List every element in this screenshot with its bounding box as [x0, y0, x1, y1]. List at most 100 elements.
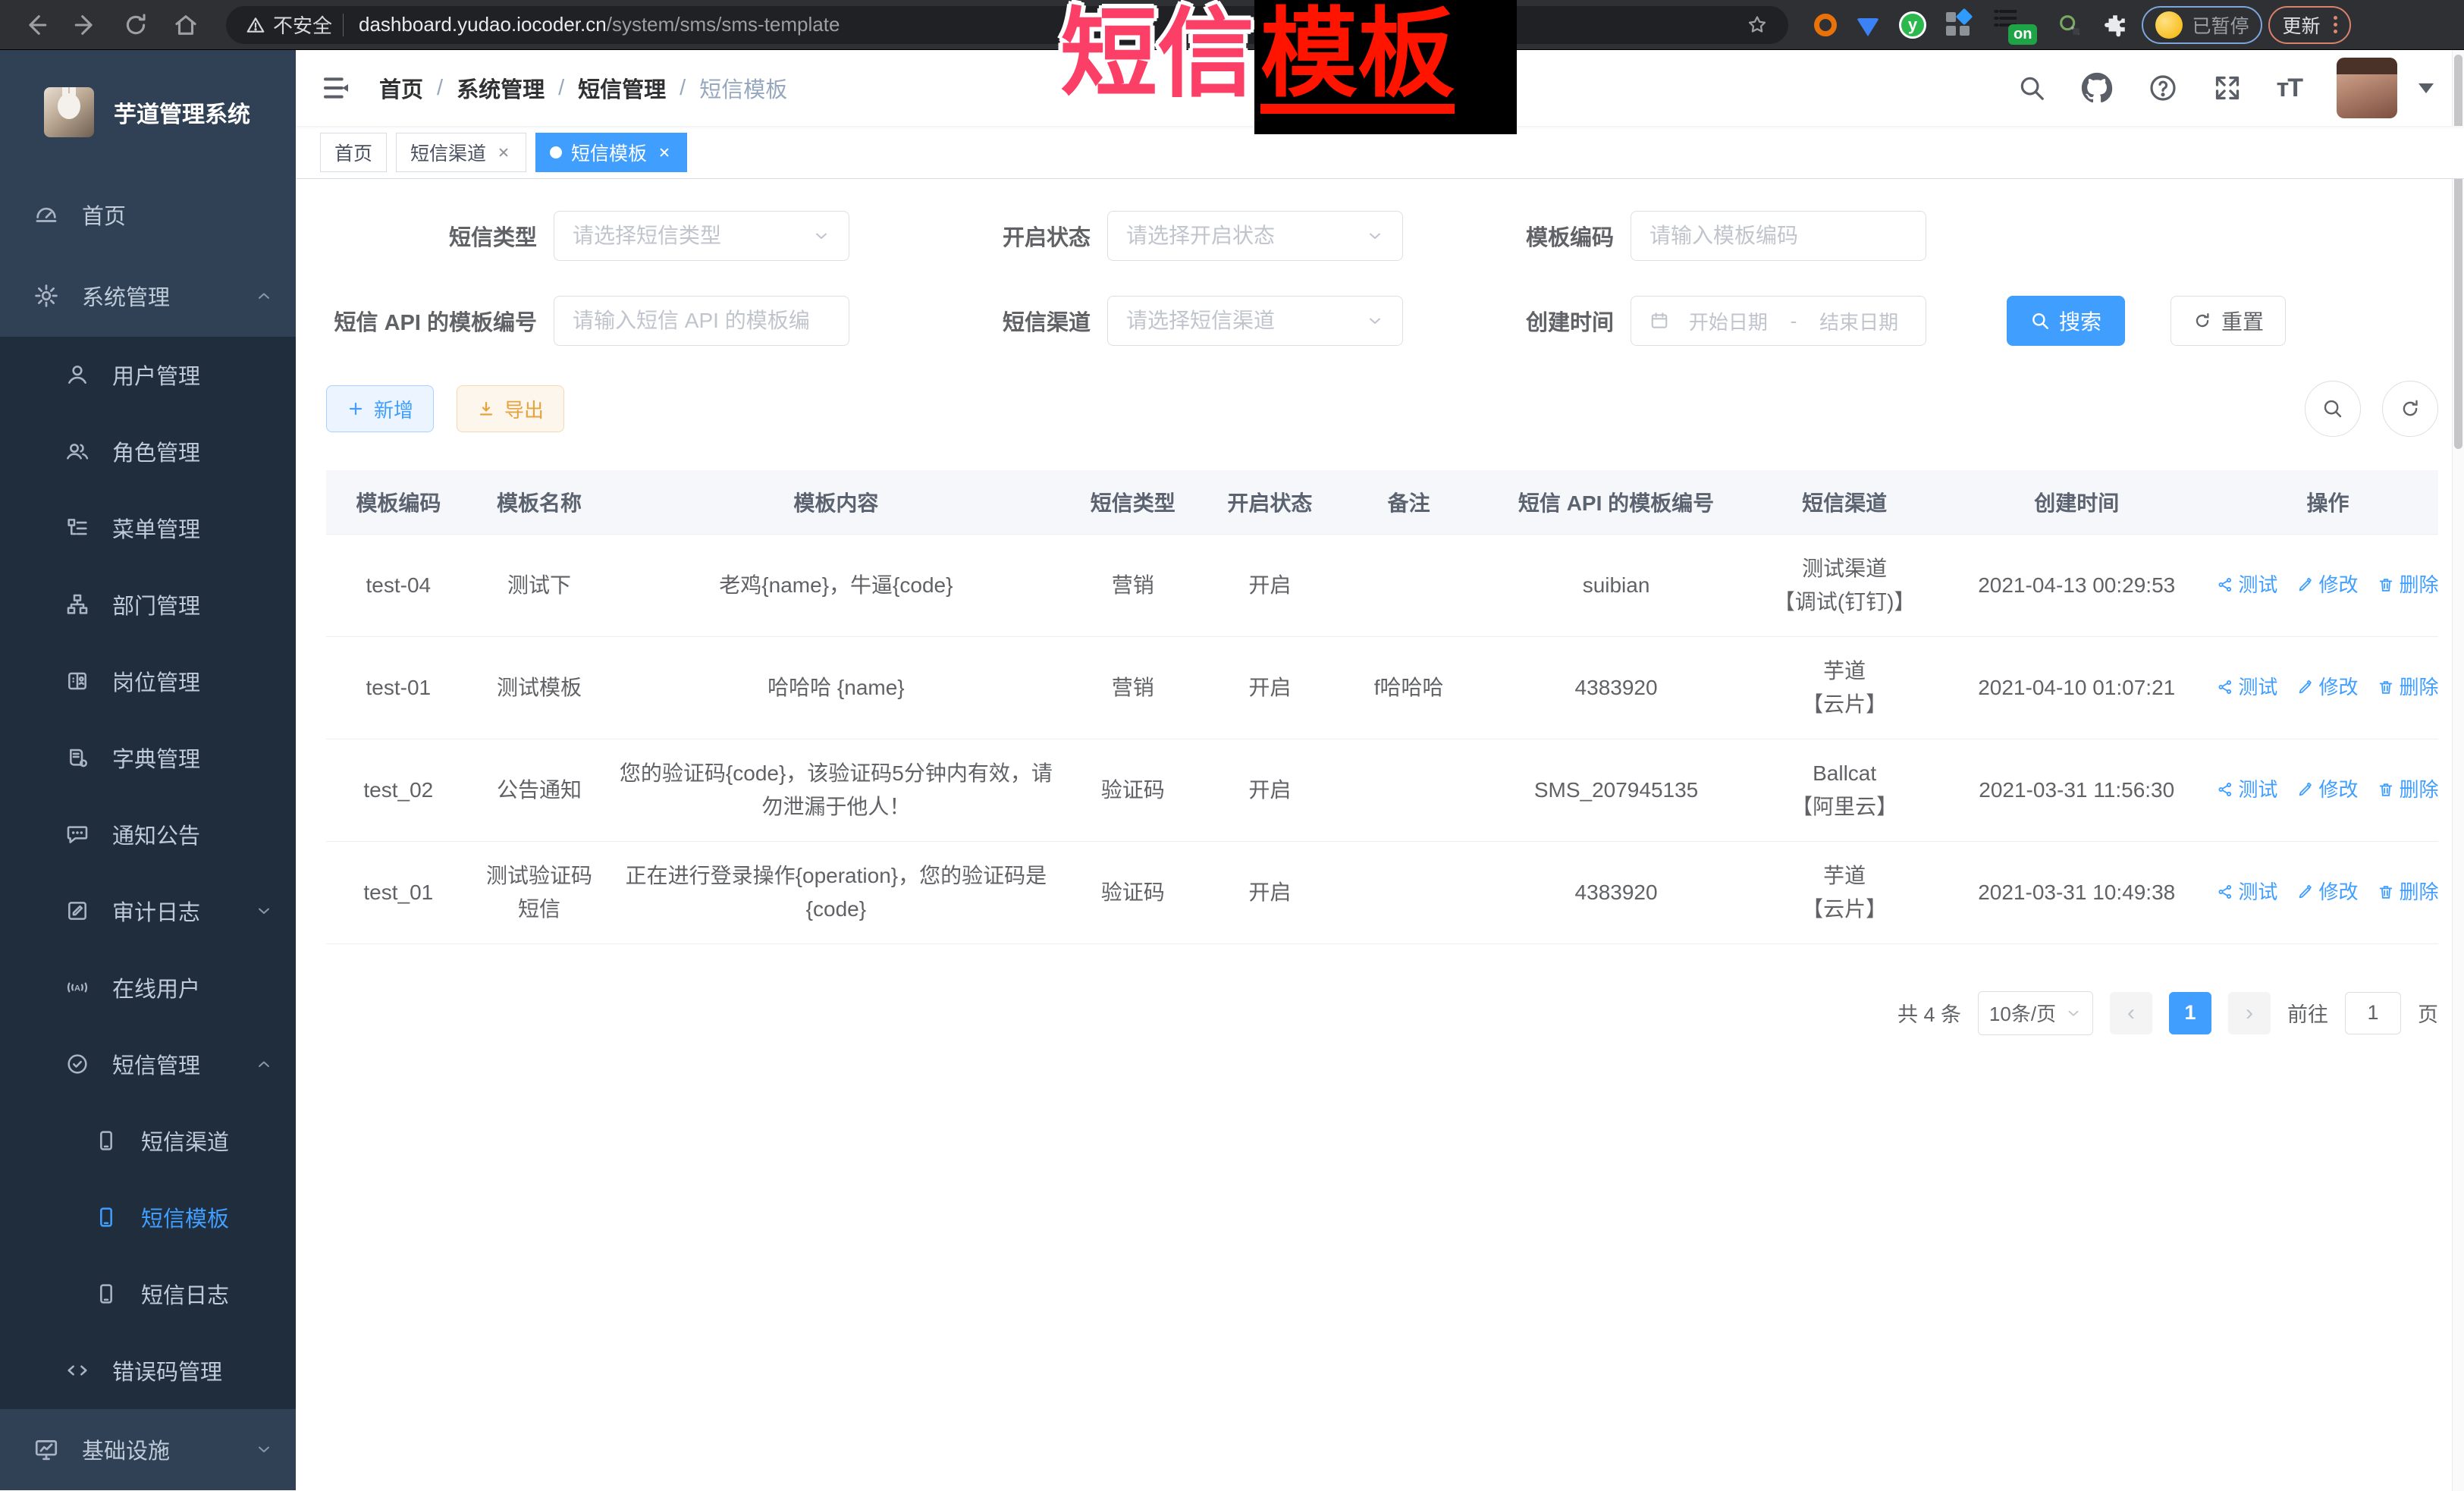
refresh-table-button[interactable] [2382, 381, 2438, 437]
sidebar-item-posts[interactable]: 岗位管理 [0, 643, 296, 720]
test-link[interactable]: 测试 [2217, 570, 2277, 600]
sidebar-item-sms-log[interactable]: 短信日志 [0, 1256, 296, 1332]
browser-forward-icon[interactable] [64, 12, 108, 38]
sidebar-item-home[interactable]: 首页 [0, 174, 296, 256]
phone-icon [94, 1282, 118, 1306]
sms-channel-select[interactable] [1107, 296, 1403, 346]
delete-link[interactable]: 删除 [2378, 774, 2438, 805]
sidebar-item-departments[interactable]: 部门管理 [0, 567, 296, 643]
sidebar-item-notices[interactable]: 通知公告 [0, 796, 296, 873]
reset-button[interactable]: 重置 [2171, 296, 2286, 346]
github-icon[interactable] [2081, 72, 2113, 104]
browser-menu-icon[interactable] [2334, 16, 2337, 33]
test-link[interactable]: 测试 [2217, 774, 2277, 805]
edit-link[interactable]: 修改 [2297, 570, 2358, 600]
page-scrollbar[interactable] [2452, 50, 2464, 1491]
sidebar-logo[interactable]: 芋道管理系统 [0, 50, 296, 174]
edit-link[interactable]: 修改 [2297, 672, 2358, 702]
sidebar-item-label: 短信日志 [141, 1278, 273, 1310]
help-icon[interactable] [2148, 73, 2178, 103]
security-label[interactable]: 不安全 [273, 11, 332, 39]
end-date-placeholder[interactable]: 结束日期 [1810, 307, 1907, 335]
template-code-input[interactable] [1649, 224, 1907, 248]
trash-icon [2378, 679, 2394, 695]
tab-home[interactable]: 首页 [320, 133, 387, 172]
current-page[interactable]: 1 [2169, 992, 2211, 1034]
delete-link[interactable]: 删除 [2378, 570, 2438, 600]
bookmark-star-icon[interactable] [1746, 14, 1769, 36]
create-time-range-picker[interactable]: 开始日期 - 结束日期 [1631, 296, 1926, 346]
fullscreen-icon[interactable] [2213, 74, 2242, 102]
add-button[interactable]: 新增 [326, 385, 434, 432]
next-page-button[interactable]: › [2228, 992, 2271, 1034]
api-template-id-input-wrap[interactable] [554, 296, 849, 346]
export-button[interactable]: 导出 [457, 385, 564, 432]
goto-page-input[interactable] [2350, 1001, 2396, 1025]
sidebar-item-infrastructure[interactable]: 基础设施 [0, 1409, 296, 1490]
badge-card-icon [65, 669, 89, 693]
sidebar-item-sms-template[interactable]: 短信模板 [0, 1179, 296, 1256]
sidebar-item-system[interactable]: 系统管理 [0, 256, 296, 337]
delete-link[interactable]: 删除 [2378, 672, 2438, 702]
extension-donut-icon[interactable] [1814, 14, 1837, 36]
page-size-select[interactable]: 10条/页 [1978, 991, 2093, 1035]
close-icon[interactable] [495, 144, 512, 161]
sidebar-item-users[interactable]: 用户管理 [0, 337, 296, 413]
sms-type-select-input[interactable] [573, 224, 802, 248]
address-bar[interactable]: 不安全 dashboard.yudao.iocoder.cn /system/s… [226, 6, 1788, 44]
browser-profile-chip[interactable]: 已暂停 [2142, 6, 2262, 44]
browser-home-icon[interactable] [164, 12, 208, 38]
toggle-search-button[interactable] [2305, 381, 2361, 437]
user-avatar[interactable] [2337, 58, 2397, 118]
calendar-icon [1649, 311, 1669, 331]
extension-grid-icon[interactable] [1946, 12, 1972, 38]
goto-page-input-wrap[interactable] [2345, 992, 2401, 1034]
font-size-icon[interactable]: тT [2277, 74, 2302, 103]
api-template-id-input[interactable] [573, 309, 830, 333]
sms-type-select[interactable] [554, 211, 849, 261]
header-search-icon[interactable] [2017, 74, 2046, 102]
edit-link[interactable]: 修改 [2297, 774, 2358, 805]
sidebar-item-audit-log[interactable]: 审计日志 [0, 873, 296, 950]
status-select[interactable] [1107, 211, 1403, 261]
extension-list-icon[interactable]: on [1992, 5, 2037, 45]
avatar-caret-icon[interactable] [2418, 83, 2434, 93]
table-row: test-01 测试模板 哈哈哈 {name} 营销 开启 f哈哈哈 43839… [326, 636, 2438, 739]
test-link[interactable]: 测试 [2217, 672, 2277, 702]
prev-page-button[interactable]: ‹ [2110, 992, 2152, 1034]
sidebar-item-error-codes[interactable]: 错误码管理 [0, 1332, 296, 1409]
browser-reload-icon[interactable] [114, 12, 158, 38]
breadcrumb-sms[interactable]: 短信管理 [578, 72, 666, 104]
browser-back-icon[interactable] [14, 12, 58, 38]
extension-gem-icon[interactable] [1857, 18, 1879, 36]
tab-sms-template[interactable]: 短信模板 [535, 133, 687, 172]
sidebar-item-sms[interactable]: 短信管理 [0, 1026, 296, 1103]
breadcrumb-system[interactable]: 系统管理 [457, 72, 545, 104]
sidebar-item-roles[interactable]: 角色管理 [0, 413, 296, 490]
extension-y-icon[interactable]: y [1899, 11, 1926, 39]
tab-sms-channel[interactable]: 短信渠道 [396, 133, 526, 172]
delete-link[interactable]: 删除 [2378, 877, 2438, 907]
edit-link[interactable]: 修改 [2297, 877, 2358, 907]
close-icon[interactable] [656, 144, 673, 161]
status-select-input[interactable] [1126, 224, 1355, 248]
sidebar-item-menus[interactable]: 菜单管理 [0, 490, 296, 567]
sidebar-item-online-users[interactable]: A 在线用户 [0, 950, 296, 1026]
breadcrumb-home[interactable]: 首页 [379, 72, 423, 104]
template-code-input-wrap[interactable] [1631, 211, 1926, 261]
breadcrumb-separator: / [437, 76, 443, 101]
sidebar-item-dictionary[interactable]: 字典管理 [0, 720, 296, 796]
extension-magnifier-icon[interactable] [2057, 12, 2083, 38]
browser-update-chip[interactable]: 更新 [2268, 6, 2351, 44]
page-size-value: 10条/页 [1989, 999, 2056, 1027]
extensions-puzzle-icon[interactable] [2102, 12, 2128, 38]
sidebar-item-sms-channel[interactable]: 短信渠道 [0, 1103, 296, 1179]
start-date-placeholder[interactable]: 开始日期 [1680, 307, 1777, 335]
cell-status: 开启 [1201, 739, 1339, 841]
search-button[interactable]: 搜索 [2007, 296, 2125, 346]
cell-created: 2021-04-13 00:29:53 [1936, 534, 2218, 636]
sidebar-collapse-icon[interactable] [322, 73, 352, 103]
sms-channel-select-input[interactable] [1126, 309, 1355, 333]
share-icon [2217, 679, 2233, 695]
test-link[interactable]: 测试 [2217, 877, 2277, 907]
